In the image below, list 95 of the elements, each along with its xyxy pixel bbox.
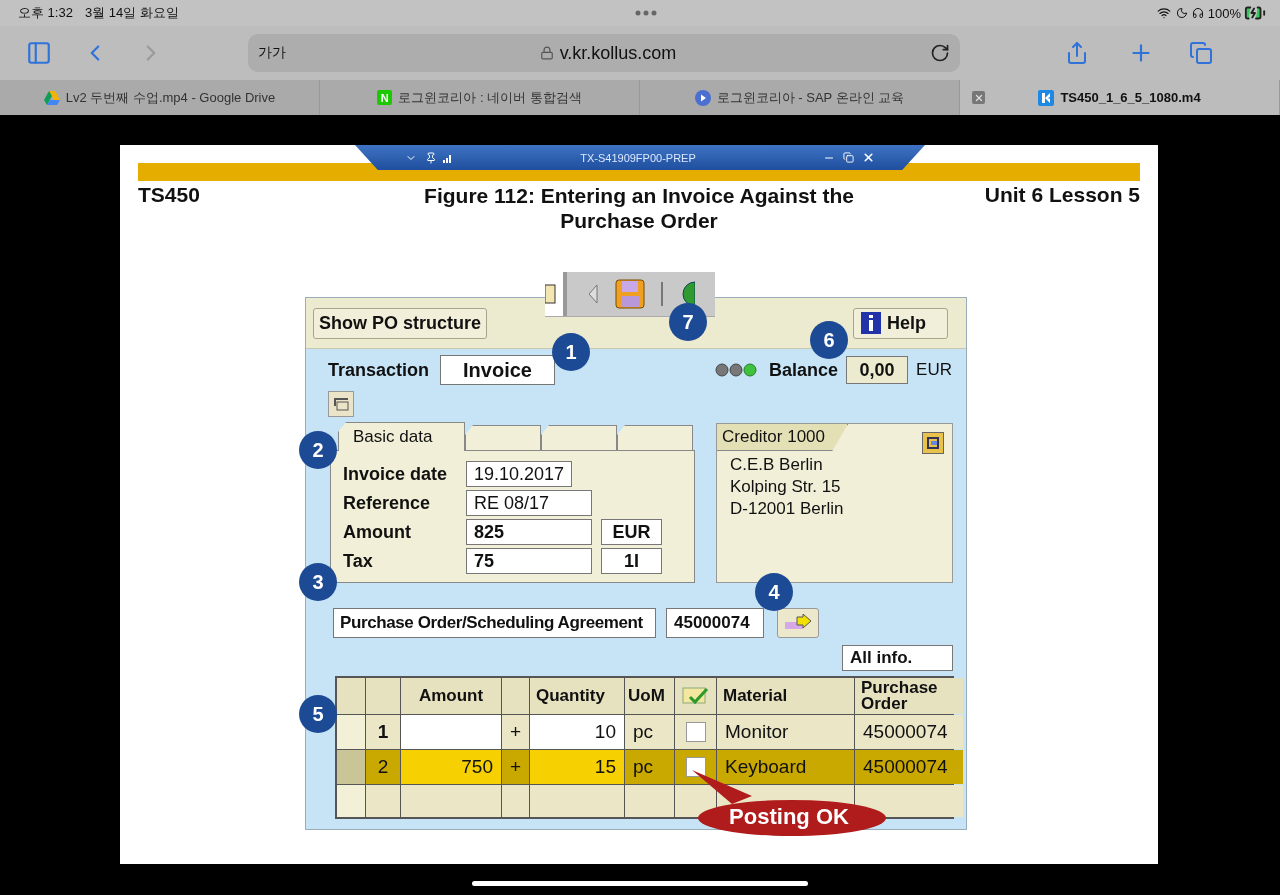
moon-icon bbox=[1175, 7, 1188, 19]
unit-label: Unit 6 Lesson 5 bbox=[983, 183, 1140, 207]
table-cell: + bbox=[502, 715, 529, 749]
reload-icon[interactable] bbox=[930, 43, 950, 63]
column-header: Amount bbox=[401, 678, 501, 714]
table-cell bbox=[675, 785, 716, 817]
restore-icon[interactable] bbox=[843, 152, 854, 163]
layout-icon[interactable] bbox=[328, 391, 354, 417]
field-label: Tax bbox=[343, 550, 374, 572]
naver-icon: N bbox=[377, 90, 393, 105]
back-icon[interactable] bbox=[587, 283, 599, 305]
table-cell bbox=[625, 785, 674, 817]
table-cell: 1 bbox=[366, 715, 400, 749]
window-title: TX-S41909FP00-PREP bbox=[579, 151, 697, 164]
table-cell: pc bbox=[625, 715, 674, 749]
figure-title: Figure 112: Entering an Invoice Against the Purchase Order bbox=[423, 183, 855, 233]
column-header: Quantity bbox=[530, 678, 624, 714]
document-icon[interactable] bbox=[545, 283, 557, 305]
address-bar[interactable]: 가가 v.kr.kollus.com bbox=[248, 34, 960, 72]
close-icon[interactable] bbox=[862, 151, 875, 164]
column-header: Material bbox=[717, 678, 854, 714]
url-text: v.kr.kollus.com bbox=[559, 42, 677, 64]
headphones-icon bbox=[1191, 7, 1204, 19]
table-cell bbox=[337, 678, 365, 714]
pin-icon bbox=[425, 151, 437, 164]
column-header: UoM bbox=[625, 678, 674, 714]
input-field[interactable]: 75 bbox=[466, 548, 592, 574]
field-label: Reference bbox=[343, 492, 432, 514]
input-field[interactable]: 19.10.2017 bbox=[466, 461, 572, 487]
column-header: Purchase Order bbox=[855, 678, 963, 714]
checkbox[interactable] bbox=[685, 757, 706, 777]
address-line: D-12001 Berlin bbox=[730, 498, 845, 520]
detail-tab[interactable] bbox=[541, 425, 617, 451]
browser-tab[interactable]: TS450_1_6_5_1080.m4 bbox=[960, 80, 1280, 115]
balance-label: Balance bbox=[769, 359, 839, 381]
tabs-icon[interactable] bbox=[1189, 41, 1213, 65]
field-label: Invoice date bbox=[343, 463, 449, 485]
swap-icon[interactable] bbox=[922, 432, 944, 454]
check-table-icon bbox=[681, 685, 710, 707]
table-cell bbox=[366, 678, 400, 714]
table-cell: 15 bbox=[530, 750, 624, 784]
creditor-title: Creditor 1000 bbox=[717, 424, 848, 451]
table-cell: + bbox=[502, 750, 529, 784]
detail-tab[interactable]: Basic data bbox=[338, 422, 465, 451]
arrow-icon bbox=[783, 614, 813, 632]
table-cell: 45000074 bbox=[855, 715, 963, 749]
table-cell bbox=[502, 678, 529, 714]
input-field[interactable]: 825 bbox=[466, 519, 592, 545]
help-button[interactable]: Help bbox=[853, 307, 948, 339]
balance-currency: EUR bbox=[916, 360, 952, 380]
info-icon bbox=[861, 312, 881, 334]
detail-tab[interactable] bbox=[465, 425, 541, 451]
show-po-structure-button[interactable]: Show PO structure bbox=[313, 307, 488, 339]
separator-icon bbox=[661, 282, 663, 306]
input-field[interactable]: 1I bbox=[601, 548, 662, 574]
table-cell bbox=[366, 785, 400, 817]
input-field[interactable]: RE 08/17 bbox=[466, 490, 592, 516]
traffic-light-icon bbox=[715, 363, 758, 377]
table-cell: Monitor bbox=[717, 715, 854, 749]
input-field[interactable]: EUR bbox=[601, 519, 662, 545]
reference-type-field[interactable]: Purchase Order/Scheduling Agreement bbox=[333, 608, 656, 638]
field-label: Amount bbox=[343, 521, 412, 543]
battery-percent: 100% bbox=[1207, 5, 1241, 21]
detail-tab[interactable] bbox=[617, 425, 693, 451]
logo-icon bbox=[1038, 89, 1055, 106]
save-icon[interactable] bbox=[615, 279, 645, 309]
address-line: C.E.B Berlin bbox=[730, 454, 824, 476]
arrow-button[interactable] bbox=[777, 608, 819, 638]
status-time: 오후 1:32 bbox=[18, 4, 73, 22]
transaction-label: Transaction bbox=[328, 359, 431, 381]
all-info-field[interactable]: All info. bbox=[842, 645, 953, 671]
reference-number-field[interactable]: 45000074 bbox=[666, 608, 764, 638]
play-icon bbox=[694, 89, 711, 106]
ellipsis-icon bbox=[634, 10, 657, 16]
share-icon[interactable] bbox=[1065, 41, 1089, 65]
balance-field: 0,00 bbox=[846, 356, 909, 384]
checkbox[interactable] bbox=[685, 722, 706, 742]
sidebar-icon[interactable] bbox=[26, 40, 52, 66]
table-cell: 750 bbox=[401, 750, 501, 784]
close-icon[interactable] bbox=[972, 91, 985, 104]
signal-icon bbox=[443, 152, 453, 163]
course-code: TS450 bbox=[138, 183, 201, 207]
table-cell: 10 bbox=[530, 715, 624, 749]
table-cell: 2 bbox=[366, 750, 400, 784]
table-cell: pc bbox=[625, 750, 674, 784]
address-line: Kolping Str. 15 bbox=[730, 476, 842, 498]
drive-icon bbox=[43, 90, 60, 105]
table-cell: 45000074 bbox=[855, 750, 963, 784]
wifi-icon bbox=[1156, 6, 1171, 20]
table-cell bbox=[337, 785, 365, 817]
table-cell bbox=[502, 785, 529, 817]
status-date: 3월 14일 화요일 bbox=[84, 4, 179, 22]
lock-icon bbox=[539, 46, 554, 60]
text-size-button[interactable]: 가가 bbox=[258, 44, 286, 62]
transaction-field[interactable]: Invoice bbox=[440, 355, 555, 385]
